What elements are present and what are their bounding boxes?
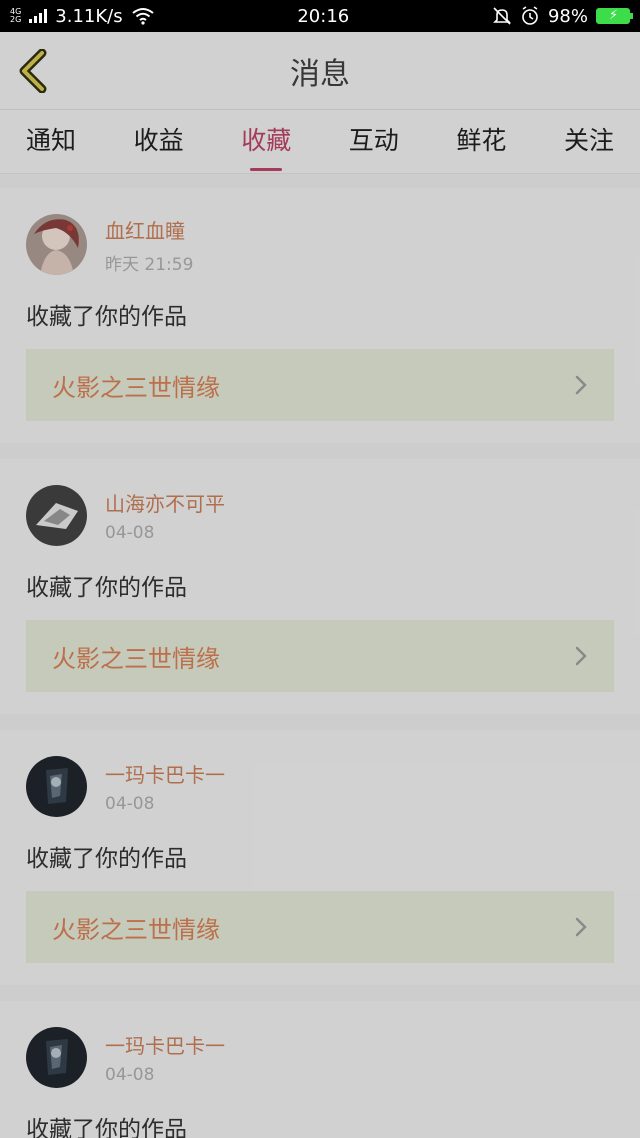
alarm-icon <box>522 6 538 25</box>
wifi-icon <box>132 8 154 25</box>
message-time: 04-08 <box>105 1065 155 1085</box>
action-text: 收藏了你的作品 <box>26 304 187 330</box>
message-header: 一玛卡巴卡一 04-08 <box>26 756 614 817</box>
user-name[interactable]: 一玛卡巴卡一 <box>105 759 225 788</box>
user-info: 一玛卡巴卡一 04-08 <box>105 759 225 814</box>
work-title: 火影之三世情缘 <box>52 915 220 944</box>
user-info: 一玛卡巴卡一 04-08 <box>105 1030 225 1085</box>
status-right: 98% ⚡ <box>492 5 633 27</box>
user-info: 血红血瞳 昨天 21:59 <box>105 215 193 275</box>
message-card: 一玛卡巴卡一 04-08 收藏了你的作品 火影之三世情缘 <box>0 730 640 985</box>
user-name[interactable]: 血红血瞳 <box>105 215 193 244</box>
user-name[interactable]: 山海亦不可平 <box>105 488 225 517</box>
bell-muted-icon <box>493 7 511 25</box>
network-bottom-label: 2G <box>10 15 22 24</box>
battery-icon: ⚡ <box>595 8 633 24</box>
network-speed: 3.11K/s <box>55 5 123 27</box>
tab-bar: 通知 收益 收藏 互动 鲜花 关注 <box>0 110 640 174</box>
navigation-bar: 消息 <box>0 32 640 110</box>
chevron-left-icon[interactable] <box>14 49 52 93</box>
battery-percent: 98% <box>547 5 588 27</box>
work-title: 火影之三世情缘 <box>52 644 220 673</box>
avatar[interactable] <box>26 214 87 275</box>
clock: 20:16 <box>297 5 350 27</box>
tab-notifications[interactable]: 通知 <box>26 121 76 163</box>
message-header: 山海亦不可平 04-08 <box>26 485 614 546</box>
message-time: 04-08 <box>105 523 155 543</box>
message-header: 一玛卡巴卡一 04-08 <box>26 1027 614 1088</box>
action-text: 收藏了你的作品 <box>26 575 187 601</box>
action-text: 收藏了你的作品 <box>26 1117 187 1138</box>
message-time: 04-08 <box>105 794 155 814</box>
work-link[interactable]: 火影之三世情缘 <box>26 891 614 963</box>
tab-favorites[interactable]: 收藏 <box>241 121 291 163</box>
message-header: 血红血瞳 昨天 21:59 <box>26 214 614 275</box>
tab-flowers[interactable]: 鲜花 <box>456 121 506 163</box>
user-name[interactable]: 一玛卡巴卡一 <box>105 1030 225 1059</box>
work-link[interactable]: 火影之三世情缘 <box>26 620 614 692</box>
message-card: 一玛卡巴卡一 04-08 收藏了你的作品 <box>0 1001 640 1138</box>
tab-earnings[interactable]: 收益 <box>134 121 184 163</box>
status-bar: 4G 2G 3.11K/s 20:16 98% ⚡ <box>0 0 640 32</box>
user-info: 山海亦不可平 04-08 <box>105 488 225 543</box>
chevron-right-icon <box>575 917 587 937</box>
avatar[interactable] <box>26 756 87 817</box>
message-card: 山海亦不可平 04-08 收藏了你的作品 火影之三世情缘 <box>0 459 640 714</box>
chevron-right-icon <box>575 646 587 666</box>
tab-interactions[interactable]: 互动 <box>349 121 399 163</box>
chevron-right-icon <box>575 375 587 395</box>
status-left: 4G 2G 3.11K/s <box>10 6 155 27</box>
message-time: 昨天 21:59 <box>105 254 194 275</box>
signal-icon <box>29 9 48 23</box>
tab-follows[interactable]: 关注 <box>564 121 614 163</box>
avatar[interactable] <box>26 1027 87 1088</box>
work-title: 火影之三世情缘 <box>52 373 220 402</box>
action-text: 收藏了你的作品 <box>26 846 187 872</box>
network-type: 4G 2G <box>10 8 21 24</box>
page-title: 消息 <box>290 56 350 92</box>
avatar[interactable] <box>26 485 87 546</box>
message-card: 血红血瞳 昨天 21:59 收藏了你的作品 火影之三世情缘 <box>0 188 640 443</box>
message-list: 血红血瞳 昨天 21:59 收藏了你的作品 火影之三世情缘 山海亦不可平 04-… <box>0 174 640 1138</box>
work-link[interactable]: 火影之三世情缘 <box>26 349 614 421</box>
